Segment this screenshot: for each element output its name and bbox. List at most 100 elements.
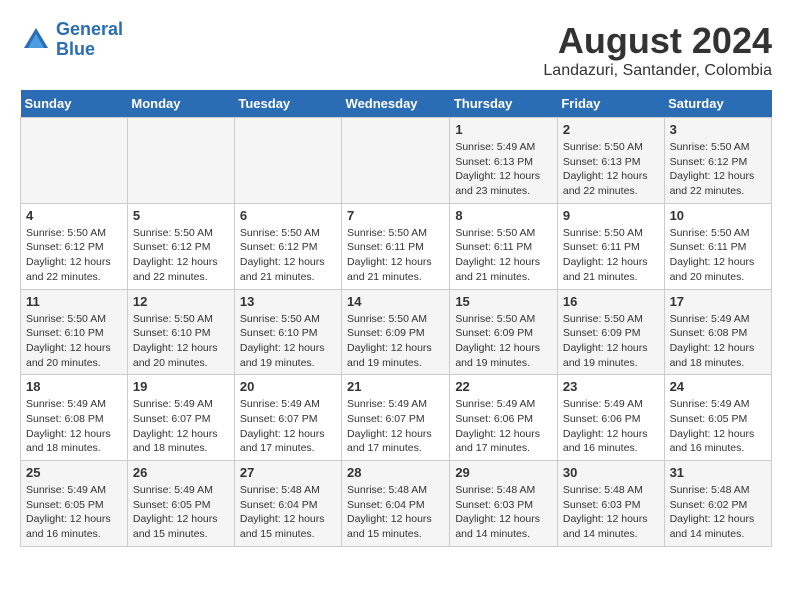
calendar-cell: 8 Sunrise: 5:50 AMSunset: 6:11 PMDaylight…: [450, 203, 558, 289]
calendar-cell: 1 Sunrise: 5:49 AMSunset: 6:13 PMDaylight…: [450, 118, 558, 204]
day-info: Sunrise: 5:48 AMSunset: 6:02 PMDaylight:…: [670, 483, 766, 542]
calendar-cell: [21, 118, 128, 204]
day-number: 12: [133, 294, 229, 309]
day-info: Sunrise: 5:50 AMSunset: 6:11 PMDaylight:…: [670, 226, 766, 285]
day-header-sunday: Sunday: [21, 90, 128, 118]
day-info: Sunrise: 5:50 AMSunset: 6:12 PMDaylight:…: [26, 226, 122, 285]
day-info: Sunrise: 5:50 AMSunset: 6:11 PMDaylight:…: [563, 226, 659, 285]
day-info: Sunrise: 5:49 AMSunset: 6:08 PMDaylight:…: [670, 312, 766, 371]
day-header-thursday: Thursday: [450, 90, 558, 118]
calendar-cell: 15 Sunrise: 5:50 AMSunset: 6:09 PMDayligh…: [450, 289, 558, 375]
day-number: 11: [26, 294, 122, 309]
day-number: 20: [240, 379, 336, 394]
day-info: Sunrise: 5:49 AMSunset: 6:05 PMDaylight:…: [26, 483, 122, 542]
day-number: 19: [133, 379, 229, 394]
day-number: 22: [455, 379, 552, 394]
day-header-friday: Friday: [557, 90, 664, 118]
day-info: Sunrise: 5:50 AMSunset: 6:11 PMDaylight:…: [455, 226, 552, 285]
calendar-cell: 31 Sunrise: 5:48 AMSunset: 6:02 PMDayligh…: [664, 461, 771, 547]
day-header-wednesday: Wednesday: [342, 90, 450, 118]
day-info: Sunrise: 5:49 AMSunset: 6:06 PMDaylight:…: [455, 397, 552, 456]
day-info: Sunrise: 5:50 AMSunset: 6:13 PMDaylight:…: [563, 140, 659, 199]
calendar-week-3: 11 Sunrise: 5:50 AMSunset: 6:10 PMDayligh…: [21, 289, 772, 375]
day-info: Sunrise: 5:49 AMSunset: 6:05 PMDaylight:…: [670, 397, 766, 456]
calendar-cell: 18 Sunrise: 5:49 AMSunset: 6:08 PMDayligh…: [21, 375, 128, 461]
day-number: 26: [133, 465, 229, 480]
day-info: Sunrise: 5:50 AMSunset: 6:10 PMDaylight:…: [240, 312, 336, 371]
calendar-week-4: 18 Sunrise: 5:49 AMSunset: 6:08 PMDayligh…: [21, 375, 772, 461]
day-header-saturday: Saturday: [664, 90, 771, 118]
logo-line1: General: [56, 19, 123, 39]
calendar-cell: 17 Sunrise: 5:49 AMSunset: 6:08 PMDayligh…: [664, 289, 771, 375]
calendar-cell: 7 Sunrise: 5:50 AMSunset: 6:11 PMDaylight…: [342, 203, 450, 289]
calendar-cell: [127, 118, 234, 204]
calendar-cell: 30Sunrise: 5:48 AMSunset: 6:03 PMDayligh…: [557, 461, 664, 547]
day-info: Sunrise: 5:49 AMSunset: 6:07 PMDaylight:…: [347, 397, 444, 456]
day-number: 6: [240, 208, 336, 223]
calendar-cell: 12 Sunrise: 5:50 AMSunset: 6:10 PMDayligh…: [127, 289, 234, 375]
day-info: Sunrise: 5:49 AMSunset: 6:08 PMDaylight:…: [26, 397, 122, 456]
day-number: 3: [670, 122, 766, 137]
logo: General Blue: [20, 20, 123, 60]
day-number: 21: [347, 379, 444, 394]
day-info: Sunrise: 5:50 AMSunset: 6:10 PMDaylight:…: [133, 312, 229, 371]
calendar-table: SundayMondayTuesdayWednesdayThursdayFrid…: [20, 90, 772, 547]
calendar-cell: 24Sunrise: 5:49 AMSunset: 6:05 PMDayligh…: [664, 375, 771, 461]
day-info: Sunrise: 5:49 AMSunset: 6:06 PMDaylight:…: [563, 397, 659, 456]
day-info: Sunrise: 5:49 AMSunset: 6:13 PMDaylight:…: [455, 140, 552, 199]
logo-line2: Blue: [56, 39, 95, 59]
day-info: Sunrise: 5:48 AMSunset: 6:03 PMDaylight:…: [455, 483, 552, 542]
calendar-cell: [234, 118, 341, 204]
calendar-cell: 10Sunrise: 5:50 AMSunset: 6:11 PMDayligh…: [664, 203, 771, 289]
day-number: 4: [26, 208, 122, 223]
day-info: Sunrise: 5:50 AMSunset: 6:09 PMDaylight:…: [563, 312, 659, 371]
calendar-week-5: 25 Sunrise: 5:49 AMSunset: 6:05 PMDayligh…: [21, 461, 772, 547]
calendar-cell: 5Sunrise: 5:50 AMSunset: 6:12 PMDaylight…: [127, 203, 234, 289]
calendar-cell: 28Sunrise: 5:48 AMSunset: 6:04 PMDayligh…: [342, 461, 450, 547]
title-block: August 2024 Landazuri, Santander, Colomb…: [543, 20, 772, 80]
day-number: 1: [455, 122, 552, 137]
day-number: 7: [347, 208, 444, 223]
day-number: 14: [347, 294, 444, 309]
calendar-cell: 19 Sunrise: 5:49 AMSunset: 6:07 PMDayligh…: [127, 375, 234, 461]
calendar-cell: 23Sunrise: 5:49 AMSunset: 6:06 PMDayligh…: [557, 375, 664, 461]
logo-text: General Blue: [56, 20, 123, 60]
day-info: Sunrise: 5:50 AMSunset: 6:10 PMDaylight:…: [26, 312, 122, 371]
day-number: 13: [240, 294, 336, 309]
day-number: 27: [240, 465, 336, 480]
day-info: Sunrise: 5:50 AMSunset: 6:11 PMDaylight:…: [347, 226, 444, 285]
calendar-cell: 25 Sunrise: 5:49 AMSunset: 6:05 PMDayligh…: [21, 461, 128, 547]
day-number: 9: [563, 208, 659, 223]
calendar-cell: 22 Sunrise: 5:49 AMSunset: 6:06 PMDayligh…: [450, 375, 558, 461]
day-number: 31: [670, 465, 766, 480]
day-header-tuesday: Tuesday: [234, 90, 341, 118]
day-info: Sunrise: 5:50 AMSunset: 6:12 PMDaylight:…: [133, 226, 229, 285]
day-number: 16: [563, 294, 659, 309]
day-number: 17: [670, 294, 766, 309]
calendar-cell: 6Sunrise: 5:50 AMSunset: 6:12 PMDaylight…: [234, 203, 341, 289]
logo-icon: [20, 24, 52, 56]
page-subtitle: Landazuri, Santander, Colombia: [543, 62, 772, 80]
day-info: Sunrise: 5:49 AMSunset: 6:07 PMDaylight:…: [133, 397, 229, 456]
page-title: August 2024: [543, 20, 772, 62]
day-number: 15: [455, 294, 552, 309]
calendar-cell: 9 Sunrise: 5:50 AMSunset: 6:11 PMDaylight…: [557, 203, 664, 289]
calendar-cell: [342, 118, 450, 204]
day-number: 29: [455, 465, 552, 480]
calendar-cell: 21 Sunrise: 5:49 AMSunset: 6:07 PMDayligh…: [342, 375, 450, 461]
day-info: Sunrise: 5:49 AMSunset: 6:07 PMDaylight:…: [240, 397, 336, 456]
day-number: 18: [26, 379, 122, 394]
day-info: Sunrise: 5:48 AMSunset: 6:04 PMDaylight:…: [347, 483, 444, 542]
day-info: Sunrise: 5:50 AMSunset: 6:09 PMDaylight:…: [455, 312, 552, 371]
day-number: 8: [455, 208, 552, 223]
day-info: Sunrise: 5:48 AMSunset: 6:04 PMDaylight:…: [240, 483, 336, 542]
day-number: 25: [26, 465, 122, 480]
calendar-cell: 2 Sunrise: 5:50 AMSunset: 6:13 PMDaylight…: [557, 118, 664, 204]
day-header-monday: Monday: [127, 90, 234, 118]
calendar-cell: 14Sunrise: 5:50 AMSunset: 6:09 PMDayligh…: [342, 289, 450, 375]
calendar-cell: 20 Sunrise: 5:49 AMSunset: 6:07 PMDayligh…: [234, 375, 341, 461]
calendar-week-2: 4 Sunrise: 5:50 AMSunset: 6:12 PMDaylight…: [21, 203, 772, 289]
calendar-cell: 29 Sunrise: 5:48 AMSunset: 6:03 PMDayligh…: [450, 461, 558, 547]
calendar-cell: 16 Sunrise: 5:50 AMSunset: 6:09 PMDayligh…: [557, 289, 664, 375]
day-number: 2: [563, 122, 659, 137]
